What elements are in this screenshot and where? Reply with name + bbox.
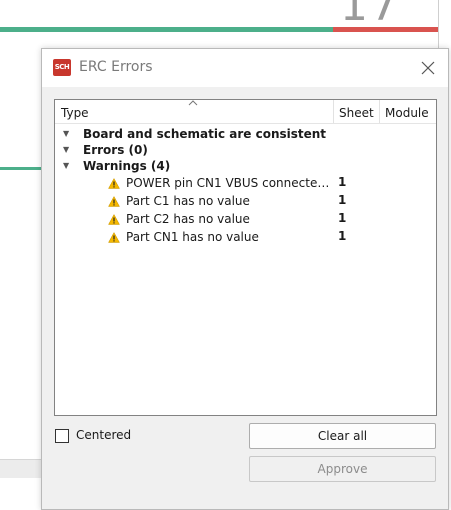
- warning-text: POWER pin CN1 VBUS connected to...: [126, 176, 332, 190]
- column-header-module[interactable]: Module: [385, 106, 429, 120]
- centered-checkbox[interactable]: [55, 429, 69, 443]
- background-green-line: [0, 167, 41, 170]
- warning-text: Part C1 has no value: [126, 194, 250, 208]
- warning-sheet: 1: [338, 211, 347, 225]
- erc-tree-view[interactable]: Type Sheet Module ▼ Board and schematic …: [54, 99, 437, 416]
- warning-icon: [108, 178, 120, 189]
- warning-item[interactable]: Part CN1 has no value 1: [55, 229, 436, 246]
- tree-group-errors[interactable]: ▼ Errors (0): [55, 142, 436, 159]
- group-label: Warnings (4): [83, 159, 171, 173]
- clear-all-button[interactable]: Clear all: [249, 423, 436, 449]
- column-separator[interactable]: [333, 100, 334, 123]
- group-label: Errors (0): [83, 143, 148, 157]
- background-progress-green: [0, 27, 333, 32]
- warning-icon: [108, 232, 120, 243]
- column-header-type[interactable]: Type: [61, 106, 89, 120]
- tree-header: Type Sheet Module: [55, 100, 436, 124]
- expand-arrow-icon[interactable]: ▼: [63, 129, 69, 138]
- background-progress-red: [333, 27, 438, 32]
- warning-item[interactable]: POWER pin CN1 VBUS connected to... 1: [55, 175, 436, 192]
- warning-sheet: 1: [338, 193, 347, 207]
- sort-ascending-icon: [188, 100, 198, 106]
- warning-item[interactable]: Part C1 has no value 1: [55, 193, 436, 210]
- approve-button[interactable]: Approve: [249, 456, 436, 482]
- schematic-app-icon: SCH: [53, 59, 71, 76]
- erc-errors-dialog: SCH ERC Errors Type Sheet Module ▼ Board…: [41, 48, 449, 510]
- column-header-sheet[interactable]: Sheet: [339, 106, 374, 120]
- warning-text: Part CN1 has no value: [126, 230, 259, 244]
- expand-arrow-icon[interactable]: ▼: [63, 145, 69, 154]
- expand-arrow-icon[interactable]: ▼: [63, 161, 69, 170]
- group-label: Board and schematic are consistent: [83, 127, 327, 141]
- warning-icon: [108, 196, 120, 207]
- tree-group-consistent[interactable]: ▼ Board and schematic are consistent: [55, 126, 436, 143]
- close-button[interactable]: [414, 55, 442, 81]
- dialog-title: ERC Errors: [79, 59, 153, 75]
- close-icon: [421, 61, 435, 75]
- warning-text: Part C2 has no value: [126, 212, 250, 226]
- warning-item[interactable]: Part C2 has no value 1: [55, 211, 436, 228]
- centered-label[interactable]: Centered: [76, 428, 131, 442]
- warning-icon: [108, 214, 120, 225]
- dialog-titlebar[interactable]: SCH ERC Errors: [42, 49, 448, 87]
- column-separator[interactable]: [379, 100, 380, 123]
- warning-sheet: 1: [338, 175, 347, 189]
- background-status-strip: [0, 459, 41, 478]
- tree-group-warnings[interactable]: ▼ Warnings (4): [55, 158, 436, 175]
- warning-sheet: 1: [338, 229, 347, 243]
